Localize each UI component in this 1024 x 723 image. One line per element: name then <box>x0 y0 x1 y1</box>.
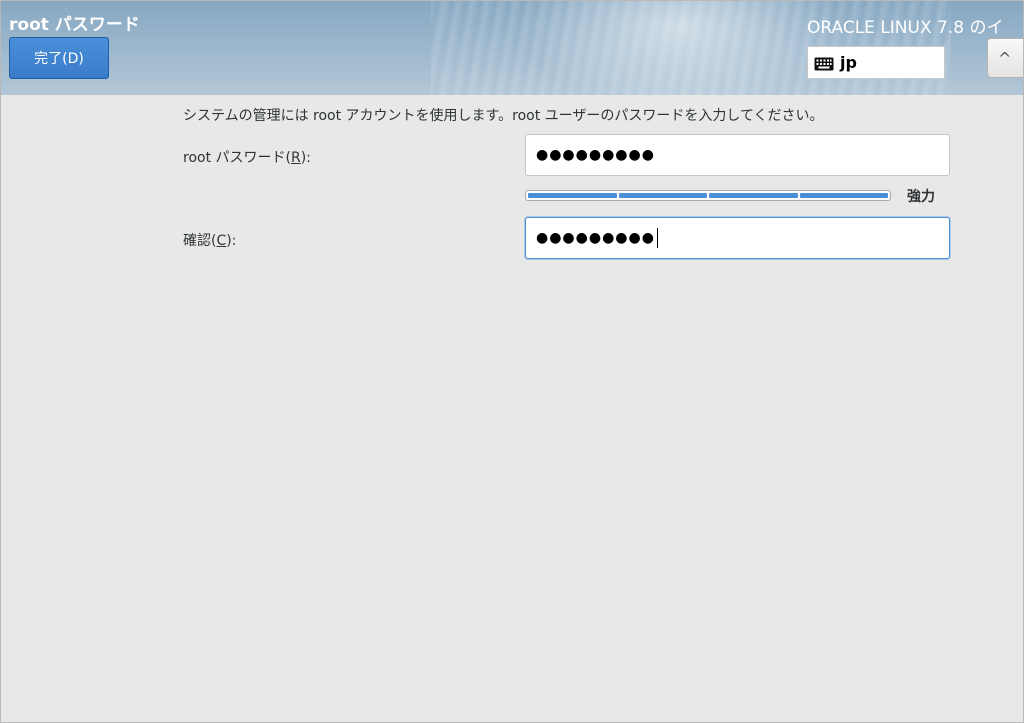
confirm-label-suffix: ): <box>226 233 237 249</box>
strength-segment <box>799 193 888 198</box>
password-field[interactable]: ●●●●●●●●● <box>525 134 950 176</box>
password-label-prefix: root パスワード( <box>183 150 291 166</box>
strength-segment <box>618 193 707 198</box>
confirm-password-field[interactable]: ●●●●●●●●● <box>525 217 950 259</box>
root-password-window: root パスワード 完了(D) ORACLE LINUX 7.8 のイ jp … <box>0 0 1024 723</box>
password-strength-label: 強力 <box>907 189 935 205</box>
password-field-value: ●●●●●●●●● <box>536 147 655 163</box>
confirm-label-prefix: 確認( <box>183 233 217 249</box>
done-button-label: 完了(D) <box>34 51 84 67</box>
password-label-suffix: ): <box>300 150 311 166</box>
header-glow <box>521 1 841 95</box>
text-cursor <box>656 228 658 248</box>
strength-segment <box>709 193 798 198</box>
password-label: root パスワード(R): <box>183 147 311 167</box>
password-label-mnemonic: R <box>290 150 301 166</box>
confirm-label: 確認(C): <box>183 230 236 250</box>
keyboard-layout-label: jp <box>840 53 857 72</box>
confirm-label-mnemonic: C <box>216 233 227 249</box>
help-button[interactable]: ^ <box>987 38 1023 78</box>
page-title: root パスワード <box>9 15 140 35</box>
confirm-field-value: ●●●●●●●●● <box>536 230 655 246</box>
header-bar: root パスワード 完了(D) ORACLE LINUX 7.8 のイ jp … <box>1 1 1023 95</box>
strength-segment <box>528 193 617 198</box>
product-title: ORACLE LINUX 7.8 のイ <box>807 18 1004 38</box>
chevron-up-icon: ^ <box>998 48 1012 68</box>
keyboard-icon <box>814 56 834 70</box>
done-button[interactable]: 完了(D) <box>9 37 109 79</box>
description-text: システムの管理には root アカウントを使用します。root ユーザーのパスワ… <box>183 108 824 124</box>
password-strength-bar <box>525 190 891 201</box>
keyboard-layout-indicator[interactable]: jp <box>807 46 945 79</box>
